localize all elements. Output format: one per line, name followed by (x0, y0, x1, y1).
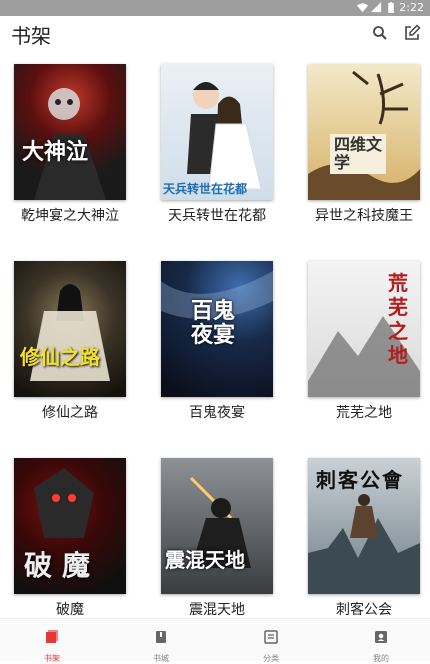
book-item[interactable]: 天兵转世在花都 天兵转世在花都 (152, 64, 282, 225)
book-cover: 破魔 (14, 458, 126, 594)
status-time: 2:22 (399, 1, 424, 14)
cover-text: 刺客公會 (316, 468, 404, 492)
book-cover: 修仙之路 (14, 261, 126, 397)
wifi-icon (357, 3, 368, 13)
nav-tab-bookstore[interactable]: 书城 (131, 623, 191, 664)
cover-text: 四维文学 (330, 134, 386, 174)
book-cover: 天兵转世在花都 (161, 64, 273, 200)
book-title: 百鬼夜宴 (189, 405, 245, 421)
profile-icon (375, 631, 387, 643)
book-icon (156, 631, 166, 643)
book-cover: 荒芜之地 (308, 261, 420, 397)
book-title: 乾坤宴之大神泣 (21, 208, 119, 224)
nav-label: 书城 (153, 654, 169, 663)
book-title: 天兵转世在花都 (168, 208, 266, 224)
book-item[interactable]: 刺客公會 刺客公会 (299, 458, 429, 619)
bookshelf-icon (46, 630, 58, 643)
nav-tab-category[interactable]: 分类 (241, 623, 301, 664)
status-bar: 2:22 (0, 0, 430, 16)
book-title: 刺客公会 (336, 602, 392, 618)
book-title: 震混天地 (189, 602, 245, 618)
book-title: 荒芜之地 (336, 405, 392, 421)
cover-text: 百鬼夜宴 (191, 298, 236, 348)
book-item[interactable]: 破魔 破魔 (5, 458, 135, 619)
book-item[interactable]: 百鬼夜宴 百鬼夜宴 (152, 261, 282, 422)
cover-text: 大神泣 (22, 139, 89, 165)
book-item[interactable]: 大神泣 乾坤宴之大神泣 (5, 64, 135, 225)
page-title: 书架 (11, 24, 51, 48)
battery-icon (388, 2, 394, 13)
search-icon (373, 26, 387, 40)
book-item[interactable]: 震混天地 震混天地 (152, 458, 282, 619)
category-icon (264, 630, 278, 644)
nav-label: 书架 (44, 654, 60, 663)
book-cover: 四维文学 (308, 64, 420, 200)
bookshelf-grid: 大神泣 乾坤宴之大神泣 天兵转世在花都 天兵转世在花都 四维文学 异世之科技魔王… (0, 50, 430, 618)
book-item[interactable]: 四维文学 异世之科技魔王 (299, 64, 429, 225)
cover-text: 破魔 (24, 549, 101, 582)
bottom-nav: 书架 书城 分类 我的 (0, 618, 430, 664)
book-title: 修仙之路 (42, 405, 98, 421)
edit-button[interactable] (401, 22, 423, 44)
cover-text: 荒芜之地 (388, 271, 408, 367)
search-button[interactable] (369, 22, 391, 44)
book-item[interactable]: 荒芜之地 荒芜之地 (299, 261, 429, 422)
book-cover: 百鬼夜宴 (161, 261, 273, 397)
book-title: 异世之科技魔王 (315, 208, 413, 224)
nav-tab-profile[interactable]: 我的 (351, 623, 411, 664)
cover-text: 震混天地 (165, 548, 245, 572)
book-item[interactable]: 修仙之路 修仙之路 (5, 261, 135, 422)
book-cover: 大神泣 (14, 64, 126, 200)
book-cover: 刺客公會 (308, 458, 420, 594)
book-cover: 震混天地 (161, 458, 273, 594)
signal-icon (371, 2, 382, 13)
edit-icon (405, 24, 421, 40)
nav-label: 分类 (263, 654, 279, 663)
nav-label: 我的 (373, 654, 389, 663)
book-title: 破魔 (56, 602, 84, 618)
cover-text: 修仙之路 (20, 345, 100, 369)
app-bar: 书架 (0, 16, 430, 50)
nav-tab-bookshelf[interactable]: 书架 (22, 623, 82, 664)
cover-text: 天兵转世在花都 (163, 182, 248, 196)
